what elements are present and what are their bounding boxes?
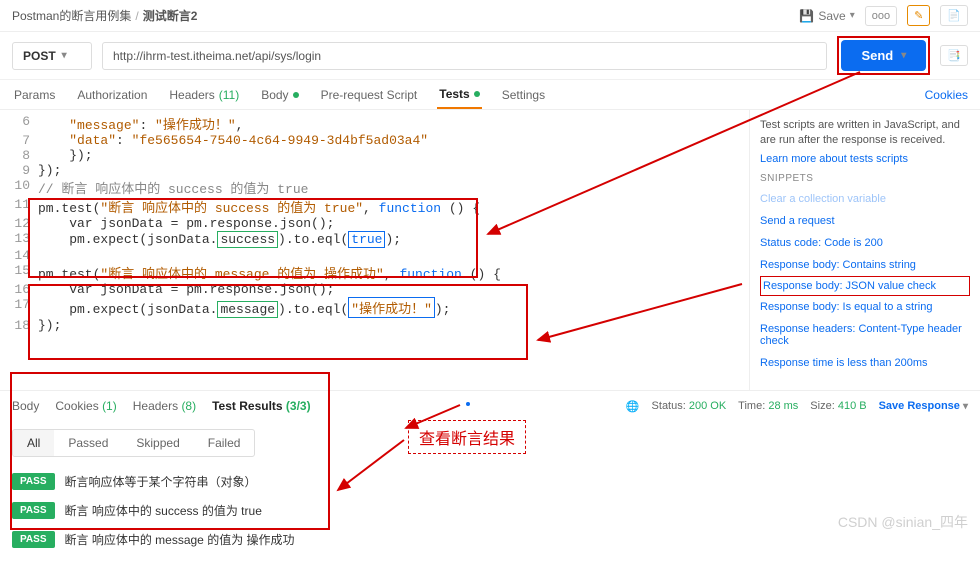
info-icon[interactable]: 📄 <box>940 5 968 26</box>
edit-icon[interactable]: ✎ <box>907 5 930 26</box>
filter-failed[interactable]: Failed <box>194 430 255 456</box>
resp-tab-testresults[interactable]: Test Results (3/3) <box>212 399 311 413</box>
cookies-link[interactable]: Cookies <box>925 88 968 102</box>
code-editor[interactable]: 6 "message": "操作成功！", 7 "data": "fe56565… <box>0 110 750 390</box>
tab-prerequest[interactable]: Pre-request Script <box>319 82 420 108</box>
save-response-button[interactable]: Save Response ▾ <box>879 400 968 413</box>
more-icon[interactable]: ooo <box>865 6 897 26</box>
snippets-panel: Test scripts are written in JavaScript, … <box>750 110 980 390</box>
snippet-item[interactable]: Response body: Is equal to a string <box>760 296 970 318</box>
url-input[interactable]: http://ihrm-test.itheima.net/api/sys/log… <box>102 42 827 70</box>
annotation-label: 查看断言结果 <box>408 420 526 454</box>
test-result-row: PASS断言 响应体中的 message 的值为 操作成功 <box>12 525 968 554</box>
dot-icon <box>293 92 299 98</box>
sidebar-toggle-icon[interactable]: 📑 <box>940 45 968 66</box>
breadcrumb-item[interactable]: 测试断言2 <box>143 7 198 24</box>
snippet-desc: Test scripts are written in JavaScript, … <box>760 118 970 149</box>
pass-badge: PASS <box>12 502 55 519</box>
test-result-row: PASS断言 响应体中的 success 的值为 true <box>12 496 968 525</box>
chevron-down-icon: ▾ <box>901 50 906 61</box>
resp-tab-cookies[interactable]: Cookies (1) <box>55 399 116 413</box>
tab-body[interactable]: Body <box>259 82 300 108</box>
dot-icon <box>474 91 480 97</box>
save-button[interactable]: 💾 Save ▾ <box>799 9 854 23</box>
globe-icon[interactable]: 🌐 <box>626 400 640 413</box>
watermark: CSDN @sinian_四年 <box>838 512 968 532</box>
breadcrumb-sep: / <box>135 9 138 23</box>
tab-params[interactable]: Params <box>12 82 57 108</box>
snippet-item[interactable]: Response body: Contains string <box>760 254 970 276</box>
filter-skipped[interactable]: Skipped <box>122 430 193 456</box>
test-result-row: PASS断言响应体等于某个字符串（对象） <box>12 467 968 496</box>
tab-tests[interactable]: Tests <box>437 81 481 109</box>
tab-headers[interactable]: Headers (11) <box>167 82 241 108</box>
snippet-item[interactable]: Response time is less than 200ms <box>760 352 970 374</box>
resp-tab-headers[interactable]: Headers (8) <box>133 399 196 413</box>
filter-all[interactable]: All <box>13 430 54 456</box>
filter-passed[interactable]: Passed <box>54 430 122 456</box>
snippets-header: SNIPPETS <box>760 173 970 184</box>
chevron-down-icon: ▾ <box>62 50 67 61</box>
tab-settings[interactable]: Settings <box>500 82 547 108</box>
pass-badge: PASS <box>12 531 55 548</box>
breadcrumb-collection[interactable]: Postman的断言用例集 <box>12 7 131 24</box>
tab-authorization[interactable]: Authorization <box>75 82 149 108</box>
send-button[interactable]: Send▾ <box>841 40 926 71</box>
snippet-item-json-value[interactable]: Response body: JSON value check <box>760 276 970 296</box>
results-filter: All Passed Skipped Failed <box>12 429 255 457</box>
method-select[interactable]: POST▾ <box>12 42 92 70</box>
pass-badge: PASS <box>12 473 55 490</box>
snippet-item[interactable]: Status code: Code is 200 <box>760 232 970 254</box>
learn-more-link[interactable]: Learn more about tests scripts <box>760 153 908 165</box>
snippet-item[interactable]: Response headers: Content-Type header ch… <box>760 318 970 352</box>
snippet-item[interactable]: Clear a collection variable <box>760 188 970 210</box>
snippet-item[interactable]: Send a request <box>760 210 970 232</box>
resp-tab-body[interactable]: Body <box>12 399 39 413</box>
